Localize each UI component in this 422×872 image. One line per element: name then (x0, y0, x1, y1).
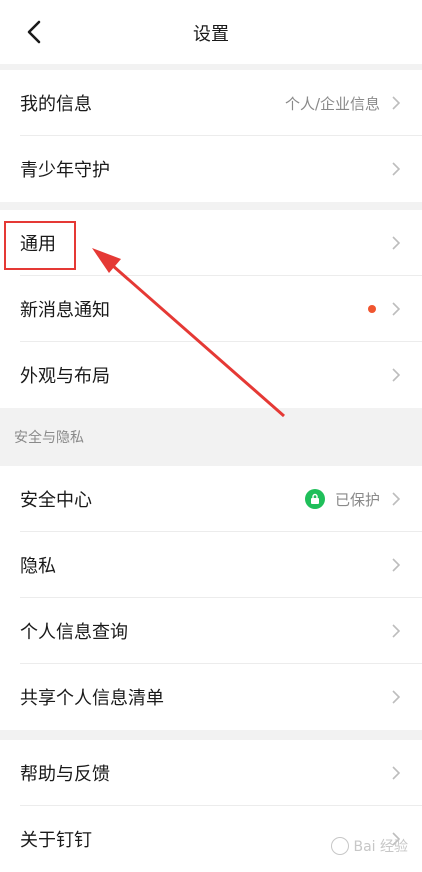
row-value: 已保护 (334, 490, 380, 509)
row-help-feedback[interactable]: 帮助与反馈 (0, 740, 422, 806)
row-personal-info-query[interactable]: 个人信息查询 (0, 598, 422, 664)
row-label: 外观与布局 (20, 366, 110, 387)
chevron-right-icon (390, 95, 402, 111)
row-label: 青少年守护 (20, 160, 110, 181)
lock-icon (304, 489, 325, 509)
row-label: 隐私 (20, 556, 56, 577)
row-appearance-layout[interactable]: 外观与布局 (0, 342, 422, 408)
watermark: Bai 经验 (331, 836, 408, 856)
row-label: 个人信息查询 (20, 622, 128, 643)
watermark-text: Bai 经验 (353, 839, 408, 855)
row-security-center[interactable]: 安全中心 已保护 (0, 466, 422, 532)
row-label: 共享个人信息清单 (20, 688, 164, 709)
row-my-info[interactable]: 我的信息 个人/企业信息 (0, 70, 422, 136)
row-shared-info-list[interactable]: 共享个人信息清单 (0, 664, 422, 730)
row-label: 帮助与反馈 (20, 764, 110, 785)
chevron-right-icon (390, 235, 402, 251)
row-value: 个人/企业信息 (284, 94, 380, 113)
section-header-security: 安全与隐私 (0, 408, 422, 466)
settings-group-account: 我的信息 个人/企业信息 青少年守护 (0, 70, 422, 202)
chevron-right-icon (390, 557, 402, 573)
settings-group-security: 安全中心 已保护 隐私 个人信息查询 共享个人信息清单 (0, 466, 422, 730)
annotation-highlight-box (4, 221, 76, 270)
nav-bar: 设置 (0, 0, 422, 64)
back-button[interactable] (14, 14, 54, 50)
row-label: 我的信息 (20, 94, 92, 115)
row-new-message-notification[interactable]: 新消息通知 (0, 276, 422, 342)
chevron-right-icon (390, 367, 402, 383)
page-title: 设置 (193, 24, 229, 45)
row-label: 新消息通知 (20, 300, 110, 321)
row-privacy[interactable]: 隐私 (0, 532, 422, 598)
chevron-right-icon (390, 301, 402, 317)
chevron-right-icon (390, 689, 402, 705)
chevron-right-icon (390, 161, 402, 177)
back-chevron-icon (27, 20, 41, 44)
paw-logo-icon (331, 837, 350, 855)
row-youth-protection[interactable]: 青少年守护 (0, 136, 422, 202)
chevron-right-icon (390, 765, 402, 781)
chevron-right-icon (390, 623, 402, 639)
unread-dot-icon (368, 305, 376, 313)
chevron-right-icon (390, 491, 402, 507)
row-label: 安全中心 (20, 490, 92, 511)
